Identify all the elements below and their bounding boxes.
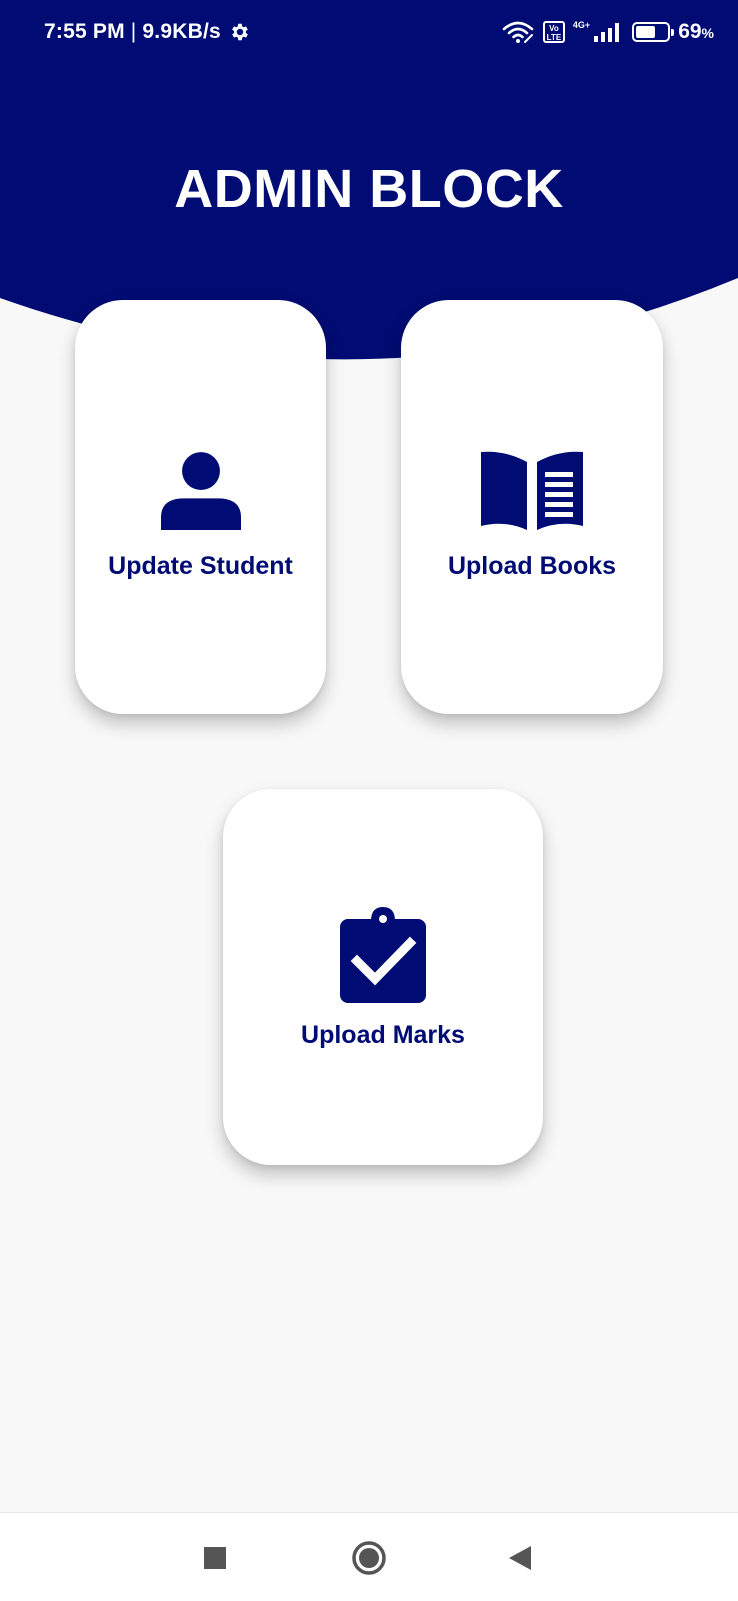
recents-button[interactable] (192, 1535, 238, 1581)
signal-icon (594, 23, 620, 42)
update-student-card[interactable]: Update Student (75, 300, 326, 714)
recents-square-icon (204, 1547, 226, 1569)
status-time: 7:55 PM (44, 20, 125, 43)
upload-marks-card[interactable]: Upload Marks (223, 789, 543, 1165)
status-separator: | (130, 20, 137, 43)
battery-percent-unit: % (701, 25, 714, 41)
page-title: ADMIN BLOCK (174, 159, 564, 219)
upload-books-card[interactable]: Upload Books (401, 300, 663, 714)
home-circle-icon (352, 1541, 386, 1575)
book-icon (481, 451, 583, 530)
settings-gear-icon (231, 23, 248, 41)
back-triangle-icon (509, 1546, 531, 1570)
upload-marks-label: Upload Marks (301, 1021, 465, 1049)
battery-percent: 69% (678, 20, 714, 44)
back-button[interactable] (497, 1535, 543, 1581)
battery-percent-value: 69 (678, 20, 702, 43)
volte-icon: Vo LTE (542, 21, 565, 43)
update-student-label: Update Student (108, 552, 293, 580)
clipboard-check-icon (340, 907, 426, 1003)
network-type: 4G+ (572, 20, 591, 30)
status-left: 7:55 PM | 9.9KB/s (44, 20, 251, 44)
battery-icon (632, 22, 675, 42)
system-nav-bar (0, 1512, 738, 1601)
person-icon (160, 452, 241, 530)
status-net-speed: 9.9KB/s (142, 20, 221, 43)
wifi-icon (502, 21, 534, 43)
status-right: Vo LTE 4G+ 69% (501, 20, 714, 44)
home-button[interactable] (346, 1535, 392, 1581)
upload-books-label: Upload Books (447, 552, 617, 580)
battery-fill (636, 26, 656, 38)
status-bar: 7:55 PM | 9.9KB/s Vo LTE 4G+ 69% (0, 0, 738, 70)
